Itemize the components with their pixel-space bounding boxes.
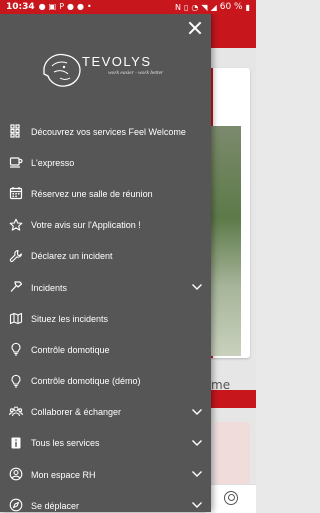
calendar-icon	[9, 186, 23, 200]
users-icon	[9, 405, 23, 419]
menu-item[interactable]: Mon espace RH	[0, 459, 211, 490]
navigation-drawer: TEVOLYS work easier · work better Découv…	[0, 14, 211, 512]
user-circle-icon	[9, 467, 23, 481]
p-app-icon: P	[59, 2, 65, 11]
star-icon	[9, 218, 23, 232]
menu-item-label: Incidents	[31, 282, 68, 293]
map-icon	[9, 311, 23, 325]
hammer-icon	[9, 280, 23, 294]
menu-item[interactable]: Se déplacer	[0, 490, 211, 512]
info-icon	[9, 436, 23, 450]
image-icon: ▣	[48, 2, 57, 11]
menu-item-label: Contrôle domotique (démo)	[31, 376, 141, 387]
brand-tagline: work easier · work better	[108, 70, 164, 76]
menu-item[interactable]: Situez les incidents	[0, 303, 211, 334]
lion-logo-icon	[43, 53, 81, 87]
menu-item[interactable]: Tous les services	[0, 428, 211, 459]
wifi-icon: ◥	[201, 2, 208, 12]
vibrate-icon: ▯	[184, 2, 189, 12]
system-icons: N ▯ ◔ ◥ ◢ 60 % ▮	[175, 2, 250, 12]
menu-item-label: L'expresso	[31, 157, 75, 168]
menu-item[interactable]: L'expresso	[0, 147, 211, 178]
menu-item[interactable]: Réservez une salle de réunion	[0, 178, 211, 209]
menu-item[interactable]: Contrôle domotique (démo)	[0, 366, 211, 397]
status-time: 10:34	[6, 2, 35, 12]
brand-logo: TEVOLYS work easier · work better	[40, 50, 180, 96]
chevron-down-icon[interactable]	[191, 437, 203, 449]
menu-item-label: Tous les services	[31, 438, 100, 449]
feature-card[interactable]: me	[205, 68, 250, 392]
menu-item-label: Se déplacer	[31, 500, 80, 511]
menu-item[interactable]: Collaborer & échanger	[0, 397, 211, 428]
menu-item-label: Déclarez un incident	[31, 251, 113, 262]
menu-item[interactable]: Incidents	[0, 272, 211, 303]
menu-item-label: Contrôle domotique	[31, 344, 110, 355]
menu-item[interactable]: Déclarez un incident	[0, 241, 211, 272]
profile-icon[interactable]	[224, 491, 238, 505]
grid-icon	[9, 124, 23, 138]
menu-item[interactable]: Contrôle domotique	[0, 334, 211, 365]
mute-icon: ◔	[191, 2, 199, 12]
secondary-card[interactable]	[214, 422, 250, 484]
menu-item-label: Votre avis sur l'Application !	[31, 220, 141, 231]
menu-item-label: Découvrez vos services Feel Welcome	[31, 126, 186, 137]
menu-item-label: Mon espace RH	[31, 469, 96, 480]
drawer-menu: Découvrez vos services Feel Welcome L'exp…	[0, 116, 211, 512]
bottom-nav	[205, 484, 256, 513]
chevron-down-icon[interactable]	[191, 499, 203, 511]
chevron-down-icon[interactable]	[191, 281, 203, 293]
notification-icons: ● ▣ P ● ● •	[39, 3, 92, 11]
close-icon[interactable]	[186, 19, 204, 37]
lightbulb-icon	[9, 374, 23, 388]
battery-icon: ▮	[245, 2, 250, 12]
menu-item-label: Collaborer & échanger	[31, 407, 122, 418]
dot-app-icon: ●	[67, 2, 75, 11]
location-icon: ●	[77, 2, 84, 11]
more-dot-icon: •	[87, 2, 92, 11]
battery-percent: 60 %	[219, 2, 243, 12]
brand-name: TEVOLYS	[82, 54, 152, 69]
menu-item[interactable]: Votre avis sur l'Application !	[0, 210, 211, 241]
menu-item-label: Réservez une salle de réunion	[31, 188, 153, 199]
status-bar: 10:34 ● ▣ P ● ● • N ▯ ◔ ◥ ◢ 60 % ▮	[0, 0, 256, 14]
chevron-down-icon[interactable]	[191, 406, 203, 418]
nfc-icon: N	[175, 2, 182, 12]
menu-item-label: Situez les incidents	[31, 313, 109, 324]
location-icon: ●	[38, 2, 46, 11]
wrench-icon	[9, 249, 23, 263]
lightbulb-icon	[9, 342, 23, 356]
signal-icon: ◢	[210, 2, 217, 12]
compass-icon	[9, 498, 23, 512]
section-band	[205, 390, 256, 408]
chevron-down-icon[interactable]	[191, 468, 203, 480]
menu-item[interactable]: Découvrez vos services Feel Welcome	[0, 116, 211, 147]
coffee-cup-icon	[9, 155, 23, 169]
